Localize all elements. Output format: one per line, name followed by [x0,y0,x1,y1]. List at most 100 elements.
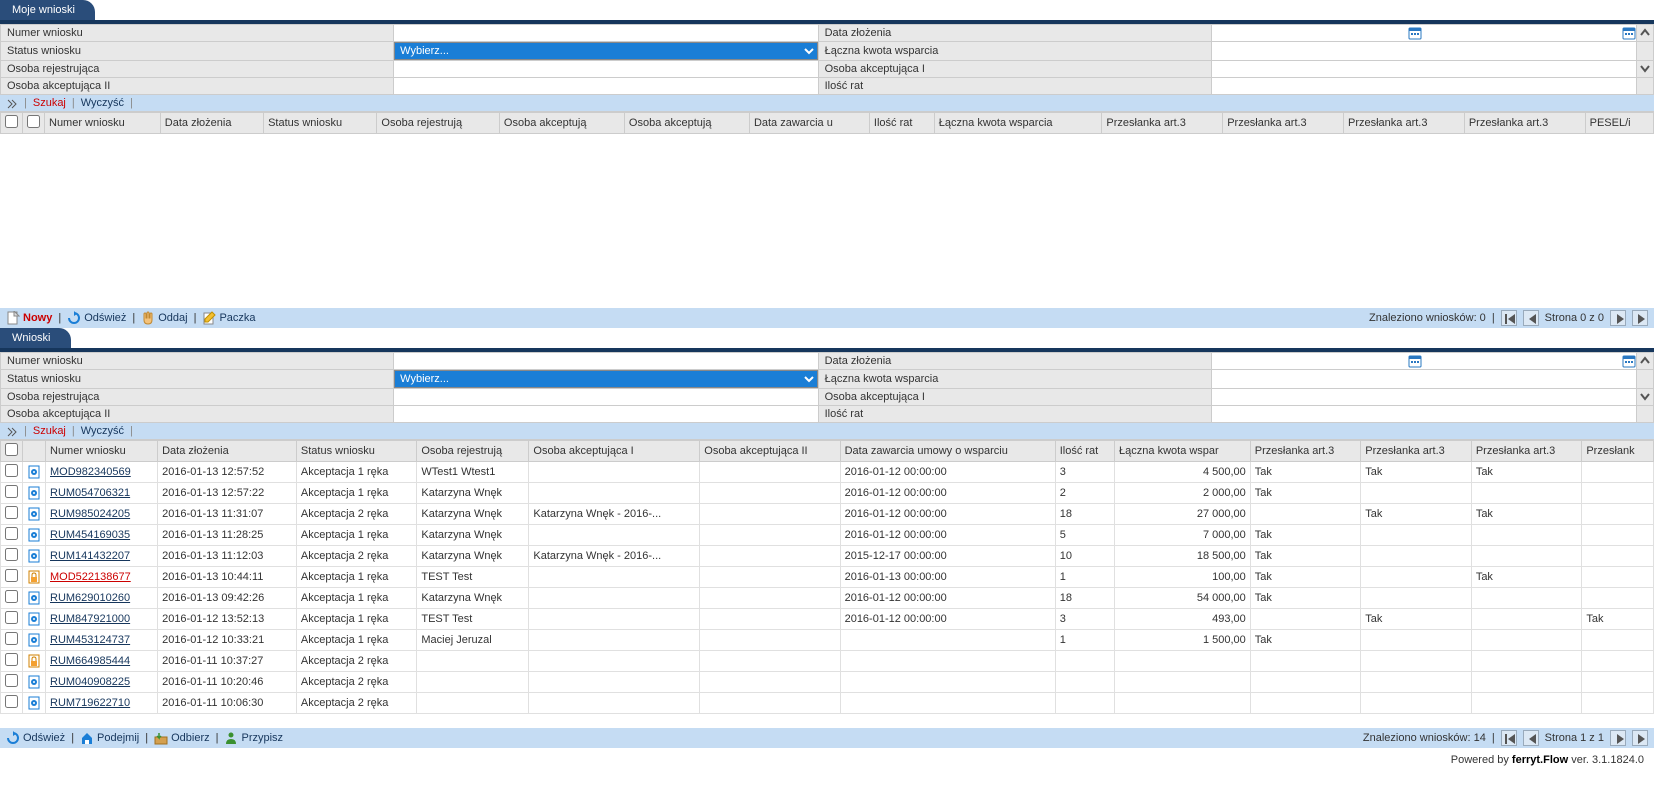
input-osoba-akc1[interactable] [1212,389,1636,405]
record-link[interactable]: RUM719622710 [50,697,130,709]
column-header[interactable]: Data zawarcia umowy o wsparciu [840,441,1055,462]
table-row[interactable]: RUM8479210002016-01-12 13:52:13Akceptacj… [1,609,1654,630]
odbierz-button[interactable]: Odbierz [154,731,210,745]
record-link[interactable]: MOD982340569 [50,466,131,478]
record-link[interactable]: RUM453124737 [50,634,130,646]
paczka-button[interactable]: Paczka [202,311,255,325]
calendar-icon[interactable] [1408,354,1422,368]
table-row[interactable]: MOD5221386772016-01-13 10:44:11Akceptacj… [1,567,1654,588]
odswiez-button[interactable]: Odśwież [67,311,126,325]
record-link[interactable]: RUM040908225 [50,676,130,688]
input-osoba-akc2[interactable] [394,78,817,94]
input-osoba-rej[interactable] [394,389,817,405]
column-header[interactable]: Data złożenia [160,113,263,134]
column-header[interactable]: Przesłanka art.3 [1464,113,1585,134]
row-checkbox[interactable] [5,464,18,477]
input-data-od[interactable] [1212,25,1404,41]
input-numer[interactable] [394,353,817,369]
record-link[interactable]: RUM629010260 [50,592,130,604]
column-header[interactable]: Przesłank [1582,441,1654,462]
record-link[interactable]: RUM985024205 [50,508,130,520]
filter-scroll-up[interactable] [1637,25,1654,42]
przypisz-button[interactable]: Przypisz [224,731,283,745]
record-link[interactable]: MOD522138677 [50,571,131,583]
wyczysc-link[interactable]: Wyczyść [81,97,124,109]
record-link[interactable]: RUM664985444 [50,655,130,667]
select-all-checkbox[interactable] [5,115,18,128]
nowy-button[interactable]: Nowy [6,311,52,325]
collapse-icon[interactable] [6,97,18,109]
hscroll-1[interactable] [0,294,1654,308]
input-osoba-akc1[interactable] [1212,61,1636,77]
input-kwota[interactable] [1212,371,1636,387]
column-header[interactable]: Przesłanka art.3 [1250,441,1361,462]
column-header[interactable]: Przesłanka art.3 [1344,113,1465,134]
szukaj-link[interactable]: Szukaj [33,425,66,437]
input-ilosc-rat[interactable] [1212,406,1636,422]
select-status[interactable]: Wybierz... [394,42,817,60]
panel-tab-wnioski[interactable]: Wnioski [0,328,71,348]
table-row[interactable]: RUM1414322072016-01-13 11:12:03Akceptacj… [1,546,1654,567]
input-data-do[interactable] [1426,25,1618,41]
table-row[interactable]: RUM6649854442016-01-11 10:37:27Akceptacj… [1,651,1654,672]
table-row[interactable]: MOD9823405692016-01-13 12:57:52Akceptacj… [1,462,1654,483]
page-next-button[interactable] [1610,310,1626,326]
input-osoba-akc2[interactable] [394,406,817,422]
column-header[interactable]: Status wniosku [296,441,416,462]
page-last-button[interactable] [1632,730,1648,746]
filter-scroll-down[interactable] [1637,389,1654,406]
select-header-checkbox[interactable] [27,115,40,128]
podejmij-button[interactable]: Podejmij [80,731,139,745]
calendar-icon[interactable] [1408,26,1422,40]
row-checkbox[interactable] [5,548,18,561]
row-checkbox[interactable] [5,590,18,603]
table-row[interactable]: RUM0409082252016-01-11 10:20:46Akceptacj… [1,672,1654,693]
column-header[interactable]: Przesłanka art.3 [1471,441,1582,462]
record-link[interactable]: RUM847921000 [50,613,130,625]
input-data-do[interactable] [1426,353,1618,369]
filter-scroll-up[interactable] [1637,353,1654,370]
select-status[interactable]: Wybierz... [394,370,817,388]
column-header[interactable]: Ilość rat [869,113,934,134]
record-link[interactable]: RUM141432207 [50,550,130,562]
page-prev-button[interactable] [1523,730,1539,746]
hscroll-2[interactable] [0,714,1654,728]
input-data-od[interactable] [1212,353,1404,369]
row-checkbox[interactable] [5,653,18,666]
column-header[interactable]: PESEL/i [1585,113,1653,134]
column-header[interactable]: Przesłanka art.3 [1102,113,1223,134]
column-header[interactable]: Przesłanka art.3 [1361,441,1472,462]
input-numer[interactable] [394,25,817,41]
table-row[interactable]: RUM7196227102016-01-11 10:06:30Akceptacj… [1,693,1654,714]
row-checkbox[interactable] [5,485,18,498]
table-row[interactable]: RUM4541690352016-01-13 11:28:25Akceptacj… [1,525,1654,546]
table-row[interactable]: RUM0547063212016-01-13 12:57:22Akceptacj… [1,483,1654,504]
page-prev-button[interactable] [1523,310,1539,326]
row-checkbox[interactable] [5,569,18,582]
input-osoba-rej[interactable] [394,61,817,77]
column-header[interactable]: Osoba akceptują [499,113,624,134]
row-checkbox[interactable] [5,632,18,645]
wyczysc-link[interactable]: Wyczyść [81,425,124,437]
input-kwota[interactable] [1212,43,1636,59]
column-header[interactable]: Numer wniosku [45,113,161,134]
table-row[interactable]: RUM6290102602016-01-13 09:42:26Akceptacj… [1,588,1654,609]
table-row[interactable]: RUM9850242052016-01-13 11:31:07Akceptacj… [1,504,1654,525]
column-header[interactable]: Osoba akceptująca I [529,441,700,462]
column-header[interactable]: Osoba rejestrują [377,113,500,134]
row-checkbox[interactable] [5,674,18,687]
column-header[interactable]: Numer wniosku [46,441,158,462]
column-header[interactable]: Data złożenia [158,441,297,462]
select-all-checkbox[interactable] [5,443,18,456]
record-link[interactable]: RUM054706321 [50,487,130,499]
table-row[interactable]: RUM4531247372016-01-12 10:33:21Akceptacj… [1,630,1654,651]
column-header[interactable]: Osoba akceptują [624,113,749,134]
column-header[interactable]: Ilość rat [1055,441,1114,462]
oddaj-button[interactable]: Oddaj [141,311,187,325]
filter-scroll-down[interactable] [1637,61,1654,78]
page-last-button[interactable] [1632,310,1648,326]
input-ilosc-rat[interactable] [1212,78,1636,94]
column-header[interactable]: Osoba akceptująca II [700,441,840,462]
page-first-button[interactable] [1501,730,1517,746]
panel-tab-moje[interactable]: Moje wnioski [0,0,95,20]
